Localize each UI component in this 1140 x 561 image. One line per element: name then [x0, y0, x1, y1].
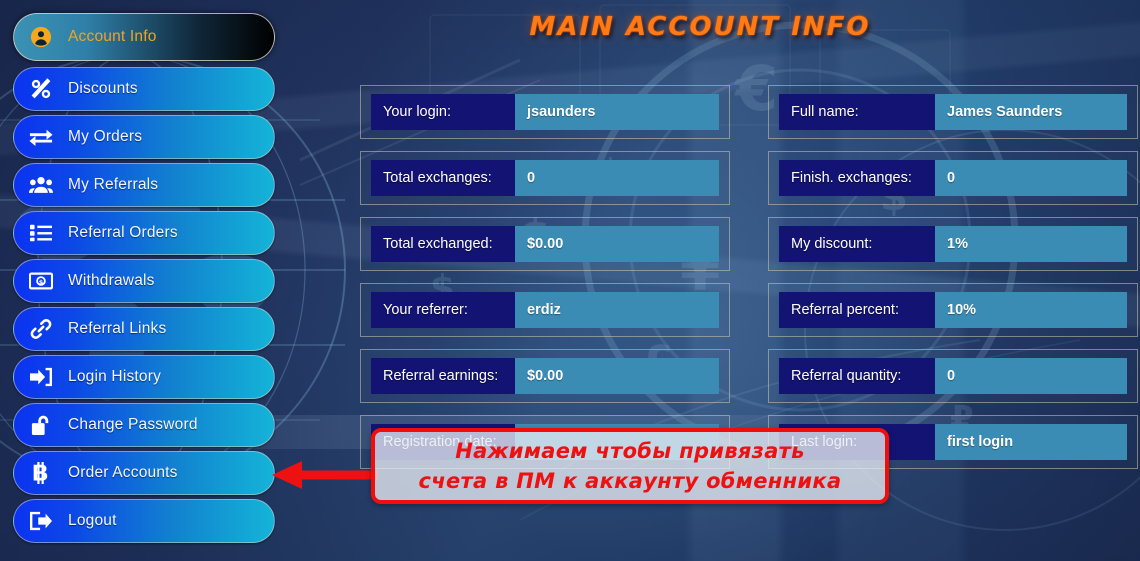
users-group-icon: [14, 175, 68, 195]
sign-in-icon: [14, 367, 68, 387]
sidebar-item-login-history[interactable]: Login History: [13, 355, 275, 399]
field-row: Referral percent: 10%: [779, 292, 1127, 328]
sidebar-item-label: My Referrals: [68, 176, 159, 193]
field-label: Full name:: [779, 94, 935, 130]
user-circle-icon: [14, 26, 68, 48]
list-icon: [14, 223, 68, 243]
sidebar-item-label: Discounts: [68, 80, 138, 97]
annotation-line-2: счета в ПМ к аккаунту обменника: [418, 469, 842, 493]
field-label: Total exchanged:: [371, 226, 515, 262]
sidebar-item-label: Logout: [68, 512, 117, 529]
field-box: My discount: 1%: [768, 217, 1138, 271]
sidebar-item-label: My Orders: [68, 128, 143, 145]
percent-icon: [14, 78, 68, 100]
sidebar-item-withdrawals[interactable]: $ Withdrawals: [13, 259, 275, 303]
sidebar-item-logout[interactable]: Logout: [13, 499, 275, 543]
money-bill-icon: $: [14, 272, 68, 290]
sidebar-item-label: Login History: [68, 368, 162, 385]
sidebar-item-change-password[interactable]: Change Password: [13, 403, 275, 447]
field-box: Your login: jsaunders: [360, 85, 730, 139]
field-box: Your referrer: erdiz: [360, 283, 730, 337]
field-value: 10%: [935, 292, 1127, 328]
field-value: $0.00: [515, 226, 719, 262]
field-value: 0: [935, 358, 1127, 394]
field-value: first login: [935, 424, 1127, 460]
page-title: MAIN ACCOUNT INFO: [529, 12, 871, 42]
field-label: My discount:: [779, 226, 935, 262]
field-box: Full name: James Saunders: [768, 85, 1138, 139]
sidebar-item-discounts[interactable]: Discounts: [13, 67, 275, 111]
field-label: Referral quantity:: [779, 358, 935, 394]
sidebar-item-label: Order Accounts: [68, 464, 178, 481]
sidebar-item-my-referrals[interactable]: My Referrals: [13, 163, 275, 207]
sidebar-item-account-info[interactable]: Account Info: [13, 13, 275, 61]
sidebar-item-my-orders[interactable]: My Orders: [13, 115, 275, 159]
field-value: 1%: [935, 226, 1127, 262]
bitcoin-icon: [14, 462, 68, 484]
field-label: Your login:: [371, 94, 515, 130]
svg-text:$: $: [39, 278, 44, 286]
sidebar-item-referral-orders[interactable]: Referral Orders: [13, 211, 275, 255]
field-label: Referral earnings:: [371, 358, 515, 394]
field-row: Total exchanges: 0: [371, 160, 719, 196]
annotation-line-1: Нажимаем чтобы привязать: [455, 439, 805, 463]
field-row: Your login: jsaunders: [371, 94, 719, 130]
field-value: jsaunders: [515, 94, 719, 130]
field-box: Referral earnings: $0.00: [360, 349, 730, 403]
field-box: Total exchanges: 0: [360, 151, 730, 205]
field-value: 0: [515, 160, 719, 196]
field-value: James Saunders: [935, 94, 1127, 130]
field-box: Total exchanged: $0.00: [360, 217, 730, 271]
sidebar-item-label: Withdrawals: [68, 272, 155, 289]
field-box: Referral percent: 10%: [768, 283, 1138, 337]
sidebar-item-label: Referral Orders: [68, 224, 178, 241]
field-value: erdiz: [515, 292, 719, 328]
field-label: Your referrer:: [371, 292, 515, 328]
field-row: Finish. exchanges: 0: [779, 160, 1127, 196]
exchange-arrows-icon: [14, 127, 68, 147]
account-info-grid: Your login: jsaunders Full name: James Saun…: [360, 85, 1138, 469]
field-value: 0: [935, 160, 1127, 196]
field-row: Total exchanged: $0.00: [371, 226, 719, 262]
field-row: Full name: James Saunders: [779, 94, 1127, 130]
field-box: Finish. exchanges: 0: [768, 151, 1138, 205]
field-box: Referral quantity: 0: [768, 349, 1138, 403]
field-label: Finish. exchanges:: [779, 160, 935, 196]
sidebar-item-label: Account Info: [68, 28, 157, 45]
field-value: $0.00: [515, 358, 719, 394]
sidebar-item-order-accounts[interactable]: Order Accounts: [13, 451, 275, 495]
sidebar-item-referral-links[interactable]: Referral Links: [13, 307, 275, 351]
link-icon: [14, 318, 68, 340]
field-label: Referral percent:: [779, 292, 935, 328]
field-row: Referral earnings: $0.00: [371, 358, 719, 394]
sidebar-nav: Account Info Discounts My Orders My Referra…: [13, 13, 275, 547]
sidebar-item-label: Change Password: [68, 416, 198, 433]
field-row: Your referrer: erdiz: [371, 292, 719, 328]
field-row: Referral quantity: 0: [779, 358, 1127, 394]
left-arrow-icon: [272, 461, 378, 489]
sidebar-item-label: Referral Links: [68, 320, 167, 337]
unlock-icon: [14, 414, 68, 436]
annotation-callout: Нажимаем чтобы привязать счета в ПМ к ак…: [371, 428, 889, 504]
sign-out-icon: [14, 511, 68, 531]
field-label: Total exchanges:: [371, 160, 515, 196]
field-row: My discount: 1%: [779, 226, 1127, 262]
